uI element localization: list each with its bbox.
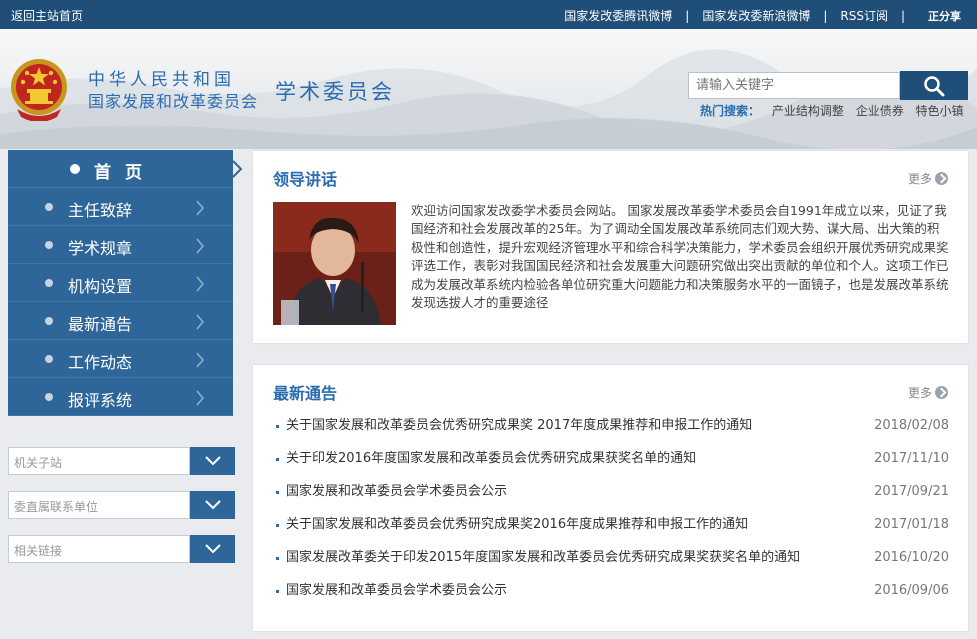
share-link[interactable]: 正分享	[928, 8, 961, 24]
chevron-right-icon	[196, 200, 204, 216]
dropdown-field[interactable]: 相关链接	[8, 535, 190, 563]
list-item[interactable]: 国家发展和改革委员会学术委员会公示 2016/09/06	[273, 582, 949, 615]
search-input[interactable]	[688, 72, 900, 99]
nav-item-regulations[interactable]: 学术规章	[8, 226, 233, 264]
nav-item-label: 工作动态	[68, 353, 133, 372]
sina-weibo-link[interactable]: 国家发改委新浪微博	[702, 7, 810, 24]
top-bar: 返回主站首页 国家发改委腾讯微博 | 国家发改委新浪微博 | RSS订阅 | 正…	[0, 0, 977, 29]
nav-item-label: 学术规章	[68, 239, 133, 258]
bullet-icon	[45, 355, 53, 363]
dropdown-related-links[interactable]: 相关链接	[8, 535, 235, 563]
search-button[interactable]	[900, 71, 968, 100]
separator: |	[685, 8, 690, 23]
list-item[interactable]: 国家发展和改革委员会学术委员会公示 2017/09/21	[273, 483, 949, 516]
bullet-icon	[45, 279, 53, 287]
separator: |	[823, 8, 828, 23]
hot-search-item[interactable]: 产业结构调整	[772, 104, 844, 118]
org-name: 中华人民共和国 国家发展和改革委员会	[88, 69, 258, 113]
panel-title: 最新通告	[273, 384, 338, 403]
national-emblem-icon	[11, 59, 67, 121]
chevron-right-icon	[196, 276, 204, 292]
bullet-icon	[70, 164, 80, 174]
portrait-image	[273, 202, 396, 325]
notice-date: 2017/11/10	[874, 451, 949, 466]
tencent-weibo-link[interactable]: 国家发改委腾讯微博	[564, 7, 672, 24]
nav-item-label: 最新通告	[68, 315, 133, 334]
notice-title[interactable]: 国家发展和改革委员会学术委员会公示	[286, 484, 507, 499]
arrow-circle-icon	[935, 386, 948, 399]
home-link[interactable]: 返回主站首页	[11, 7, 83, 24]
panel-title: 领导讲话	[273, 170, 338, 189]
bullet-icon	[45, 241, 53, 249]
notice-title[interactable]: 关于印发2016年度国家发展和改革委员会优秀研究成果获奖名单的通知	[286, 451, 696, 466]
chevron-right-icon	[196, 238, 204, 254]
hot-search: 热门搜索： 产业结构调整 企业债券 特色小镇	[700, 102, 972, 119]
bullet-icon	[45, 203, 53, 211]
notice-date: 2016/10/20	[874, 550, 949, 565]
rss-link[interactable]: RSS订阅	[840, 7, 888, 24]
more-label: 更多	[907, 386, 932, 400]
more-label: 更多	[907, 172, 932, 186]
bullet-icon	[45, 317, 53, 325]
nav-item-label: 主任致辞	[68, 201, 133, 220]
notice-title[interactable]: 国家发展和改革委员会学术委员会公示	[286, 583, 507, 598]
notice-list: 关于国家发展和改革委员会优秀研究成果奖 2017年度成果推荐和申报工作的通知 2…	[273, 417, 949, 615]
site-subtitle: 学术委员会	[275, 80, 395, 104]
nav-item-home[interactable]: 首页	[8, 150, 243, 188]
chevron-right-icon	[196, 314, 204, 330]
notice-title[interactable]: 关于国家发展和改革委员会优秀研究成果奖2016年度成果推荐和申报工作的通知	[286, 517, 748, 532]
nav-item-organization[interactable]: 机构设置	[8, 264, 233, 302]
sidebar-nav: 首页 主任致辞 学术规章 机构设置 最新通告 工作动态 报评系统	[8, 150, 243, 416]
list-item[interactable]: 关于国家发展和改革委员会优秀研究成果奖 2017年度成果推荐和申报工作的通知 2…	[273, 417, 949, 450]
leader-photo[interactable]	[273, 202, 396, 325]
chevron-down-icon	[204, 500, 221, 510]
chevron-down-icon	[204, 544, 221, 554]
notice-date: 2018/02/08	[874, 418, 949, 433]
list-item[interactable]: 关于国家发展和改革委员会优秀研究成果奖2016年度成果推荐和申报工作的通知 20…	[273, 516, 949, 549]
search-icon	[924, 75, 945, 96]
notice-title[interactable]: 关于国家发展和改革委员会优秀研究成果奖 2017年度成果推荐和申报工作的通知	[286, 418, 752, 433]
notice-date: 2017/01/18	[874, 517, 949, 532]
leader-speech-panel: 领导讲话 更多 欢迎访问国家发改委学术委员会网站。 国家发展改革委学术委员会自1…	[253, 151, 968, 343]
dropdown-subsites[interactable]: 机关子站	[8, 447, 235, 475]
nav-item-label: 报评系统	[68, 391, 133, 410]
dropdown-toggle[interactable]	[190, 447, 235, 475]
chevron-right-icon	[232, 160, 243, 178]
org-name-line2: 国家发展和改革委员会	[88, 92, 259, 111]
nav-item-label: 首页	[94, 163, 156, 183]
dropdown-affiliated-units[interactable]: 委直属联系单位	[8, 491, 235, 519]
list-item[interactable]: 国家发展改革委关于印发2015年度国家发展和改革委员会优秀研究成果奖获奖名单的通…	[273, 549, 949, 582]
speech-intro-text: 欢迎访问国家发改委学术委员会网站。 国家发展改革委学术委员会自1991年成立以来…	[411, 203, 949, 311]
dropdown-toggle[interactable]	[190, 491, 235, 519]
list-item[interactable]: 关于印发2016年度国家发展和改革委员会优秀研究成果获奖名单的通知 2017/1…	[273, 450, 949, 483]
notice-date: 2016/09/06	[874, 583, 949, 598]
nav-item-work-news[interactable]: 工作动态	[8, 340, 233, 378]
chevron-right-icon	[196, 352, 204, 368]
top-links: 国家发改委腾讯微博 | 国家发改委新浪微博 | RSS订阅 | 正分享	[564, 7, 961, 24]
nav-item-director-speech[interactable]: 主任致辞	[8, 188, 233, 226]
dropdown-field[interactable]: 机关子站	[8, 447, 190, 475]
notice-date: 2017/09/21	[874, 484, 949, 499]
dropdown-toggle[interactable]	[190, 535, 235, 563]
more-link[interactable]: 更多	[908, 170, 948, 187]
nav-item-review-system[interactable]: 报评系统	[8, 378, 233, 416]
more-link[interactable]: 更多	[908, 384, 948, 401]
chevron-right-icon	[196, 390, 204, 406]
hot-search-item[interactable]: 特色小镇	[916, 104, 964, 118]
notice-title[interactable]: 国家发展改革委关于印发2015年度国家发展和改革委员会优秀研究成果奖获奖名单的通…	[286, 550, 800, 565]
dropdown-field[interactable]: 委直属联系单位	[8, 491, 190, 519]
nav-item-notices[interactable]: 最新通告	[8, 302, 233, 340]
chevron-down-icon	[204, 456, 221, 466]
bullet-icon	[45, 393, 53, 401]
arrow-circle-icon	[935, 172, 948, 185]
latest-notices-panel: 最新通告 更多 关于国家发展和改革委员会优秀研究成果奖 2017年度成果推荐和申…	[253, 365, 968, 631]
org-name-line1: 中华人民共和国	[88, 70, 235, 90]
separator: |	[900, 8, 905, 23]
hot-search-item[interactable]: 企业债券	[856, 104, 904, 118]
nav-item-label: 机构设置	[68, 277, 133, 296]
hot-search-label: 热门搜索：	[700, 104, 761, 118]
site-header: 中华人民共和国 国家发展和改革委员会 学术委员会 热门搜索： 产业结构调整 企业…	[0, 29, 977, 149]
